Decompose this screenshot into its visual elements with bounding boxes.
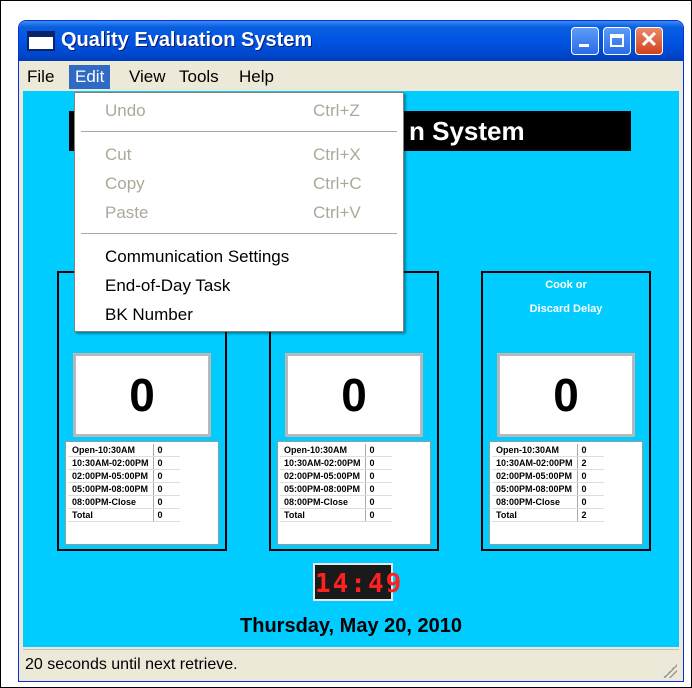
status-bar: 20 seconds until next retrieve. bbox=[23, 649, 679, 680]
resize-grip-icon[interactable] bbox=[663, 664, 677, 678]
table-row: 08:00PM-Close 0 bbox=[68, 495, 180, 509]
stats-table: Open-10:30AM 0 10:30AM-02:00PM 2 02:00PM-0… bbox=[489, 441, 643, 545]
date-label: Thursday, May 20, 2010 bbox=[240, 615, 462, 637]
maximize-button[interactable] bbox=[603, 27, 631, 55]
panel-title-line2: Discard Delay bbox=[529, 303, 603, 315]
table-row: 05:00PM-08:00PM 0 bbox=[68, 482, 180, 496]
table-row: Total 2 bbox=[492, 508, 604, 522]
table-row: 02:00PM-05:00PM 0 bbox=[68, 469, 180, 483]
table-row: Open-10:30AM 0 bbox=[492, 444, 604, 457]
table-row: 05:00PM-08:00PM 0 bbox=[280, 482, 392, 496]
panel-3: Cook or Discard Delay 0 Open-10:30AM 0 10… bbox=[481, 271, 651, 551]
table-row: 02:00PM-05:00PM 0 bbox=[492, 469, 604, 483]
title-bar[interactable]: Quality Evaluation System ✕ bbox=[19, 21, 683, 61]
close-button[interactable]: ✕ bbox=[635, 27, 663, 55]
maximize-icon bbox=[610, 34, 624, 47]
menu-item-bk-number[interactable]: BK Number bbox=[75, 301, 403, 329]
panel-counter: 0 bbox=[497, 353, 635, 437]
menu-separator bbox=[81, 131, 397, 133]
table-row: Total 0 bbox=[280, 508, 392, 522]
menu-help[interactable]: Help bbox=[233, 65, 280, 89]
menu-item-communication-settings[interactable]: Communication Settings bbox=[75, 243, 403, 271]
minimize-button[interactable] bbox=[571, 27, 599, 55]
menu-edit[interactable]: Edit bbox=[69, 65, 111, 89]
menu-separator bbox=[81, 233, 397, 235]
table-row: 08:00PM-Close 0 bbox=[280, 495, 392, 509]
menu-file[interactable]: File bbox=[21, 65, 60, 89]
table-row: 10:30AM-02:00PM 0 bbox=[280, 456, 392, 470]
banner-text: n System bbox=[409, 116, 525, 146]
status-text: 20 seconds until next retrieve. bbox=[25, 656, 238, 673]
panel-counter: 0 bbox=[73, 353, 211, 437]
panel-counter: 0 bbox=[285, 353, 423, 437]
table-row: 08:00PM-Close 0 bbox=[492, 495, 604, 509]
close-icon: ✕ bbox=[639, 27, 659, 52]
table-row: 10:30AM-02:00PM 2 bbox=[492, 456, 604, 470]
menu-view[interactable]: View bbox=[123, 65, 172, 89]
menu-item-cut[interactable]: Cut Ctrl+X bbox=[75, 141, 403, 169]
menu-item-end-of-day-task[interactable]: End-of-Day Task bbox=[75, 272, 403, 300]
menu-item-paste[interactable]: Paste Ctrl+V bbox=[75, 199, 403, 227]
stats-table: Open-10:30AM 0 10:30AM-02:00PM 0 02:00PM-0… bbox=[277, 441, 431, 545]
table-row: Open-10:30AM 0 bbox=[280, 444, 392, 457]
menu-item-copy[interactable]: Copy Ctrl+C bbox=[75, 170, 403, 198]
menu-bar: File Edit View Tools Help bbox=[19, 61, 683, 91]
menu-tools[interactable]: Tools bbox=[173, 65, 225, 89]
menu-item-undo[interactable]: Undo Ctrl+Z bbox=[75, 97, 403, 125]
digital-clock: 14:49 bbox=[313, 563, 401, 601]
stats-table: Open-10:30AM 0 10:30AM-02:00PM 0 02:00PM-0… bbox=[65, 441, 219, 545]
minimize-icon bbox=[579, 44, 589, 47]
edit-menu-dropdown: Undo Ctrl+Z Cut Ctrl+X Copy Ctrl+C Paste… bbox=[74, 92, 404, 332]
table-row: 05:00PM-08:00PM 0 bbox=[492, 482, 604, 496]
window-title: Quality Evaluation System bbox=[61, 29, 313, 51]
panel-title-line1: Cook or bbox=[545, 279, 587, 291]
table-row: 10:30AM-02:00PM 0 bbox=[68, 456, 180, 470]
table-row: Open-10:30AM 0 bbox=[68, 444, 180, 457]
table-row: Total 0 bbox=[68, 508, 180, 522]
window-icon bbox=[27, 31, 55, 51]
table-row: 02:00PM-05:00PM 0 bbox=[280, 469, 392, 483]
